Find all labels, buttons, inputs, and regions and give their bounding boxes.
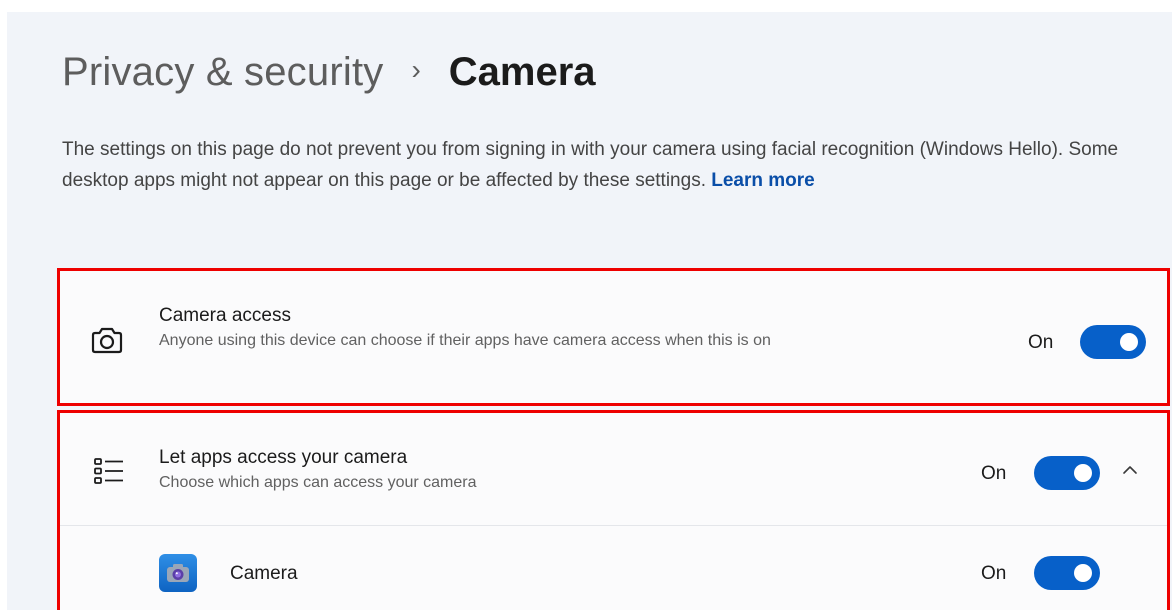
learn-more-link[interactable]: Learn more (711, 170, 814, 191)
camera-access-title: Camera access (159, 305, 291, 326)
camera-access-text: Camera access Anyone using this device c… (159, 305, 879, 352)
breadcrumb-privacy-security[interactable]: Privacy & security (62, 50, 383, 95)
toggle-knob (1120, 333, 1138, 351)
breadcrumb-separator-icon: › (411, 54, 421, 85)
apps-access-toggle[interactable] (1034, 456, 1100, 490)
page-description: The settings on this page do not prevent… (62, 134, 1167, 196)
page-title: Camera (448, 49, 596, 94)
app-camera-state: On (981, 563, 1007, 584)
camera-access-subtitle: Anyone using this device can choose if t… (159, 332, 771, 349)
description-text: The settings on this page do not prevent… (62, 139, 1119, 191)
camera-access-state: On (1028, 332, 1054, 353)
app-name: Camera (230, 563, 298, 584)
chevron-up-icon[interactable] (1121, 463, 1139, 482)
camera-app-icon (159, 554, 197, 592)
apps-access-state: On (981, 463, 1007, 484)
app-camera-toggle[interactable] (1034, 556, 1100, 590)
toggle-knob (1074, 564, 1092, 582)
apps-access-title: Let apps access your camera (159, 447, 408, 468)
apps-access-text: Let apps access your camera Choose which… (159, 447, 879, 494)
camera-icon (90, 325, 124, 355)
camera-access-card: Camera access Anyone using this device c… (57, 268, 1170, 406)
app-list-icon (92, 455, 126, 487)
breadcrumb: Privacy & security › Camera (62, 48, 596, 96)
app-row-camera: Camera On (60, 526, 1167, 613)
apps-access-card: Let apps access your camera Choose which… (57, 410, 1170, 610)
camera-access-toggle[interactable] (1080, 325, 1146, 359)
apps-access-subtitle: Choose which apps can access your camera (159, 474, 477, 491)
toggle-knob (1074, 464, 1092, 482)
